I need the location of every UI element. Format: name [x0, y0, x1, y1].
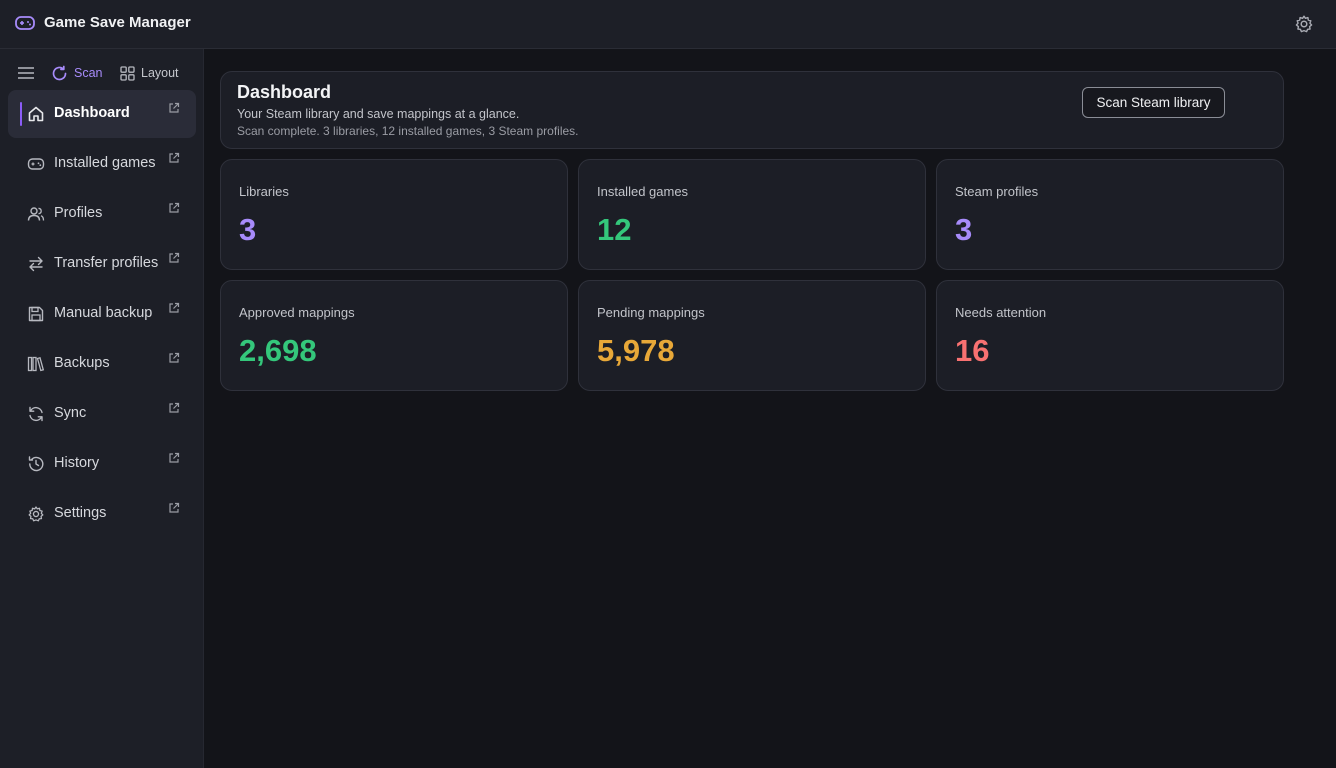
- sidebar-item-label: History: [54, 455, 100, 471]
- app-title: Game Save Manager: [44, 14, 191, 31]
- scan-steam-library-button[interactable]: Scan Steam library: [1082, 87, 1225, 118]
- stat-card-pending-mappings: Pending mappings 5,978: [578, 280, 926, 391]
- active-indicator: [20, 102, 22, 126]
- hamburger-menu-icon[interactable]: [17, 65, 35, 81]
- sidebar: Scan Layout Dashboard Installed games Pr…: [0, 49, 204, 768]
- stat-label: Steam profiles: [955, 184, 1039, 199]
- sidebar-item-dashboard[interactable]: Dashboard: [8, 90, 196, 138]
- settings-gear-icon[interactable]: [1294, 14, 1314, 34]
- sidebar-item-settings[interactable]: Settings: [8, 490, 196, 538]
- dashboard-header-card: Dashboard Your Steam library and save ma…: [220, 71, 1284, 149]
- sidebar-item-label: Installed games: [54, 155, 156, 171]
- scan-button[interactable]: Scan: [51, 63, 103, 83]
- sidebar-item-label: Manual backup: [54, 305, 153, 321]
- stat-card-steam-profiles: Steam profiles 3: [936, 159, 1284, 270]
- layout-label: Layout: [141, 66, 179, 80]
- sidebar-item-installed-games[interactable]: Installed games: [8, 140, 196, 188]
- sidebar-toolbar: Scan Layout: [0, 49, 204, 95]
- stat-value: 16: [955, 333, 990, 368]
- sidebar-item-label: Transfer profiles: [54, 255, 159, 271]
- sidebar-item-sync[interactable]: Sync: [8, 390, 196, 438]
- sidebar-nav: Dashboard Installed games Profiles Trans…: [8, 90, 196, 540]
- sidebar-item-label: Backups: [54, 355, 110, 371]
- history-icon: [28, 456, 44, 472]
- stat-card-libraries: Libraries 3: [220, 159, 568, 270]
- sidebar-item-transfer-profiles[interactable]: Transfer profiles: [8, 240, 196, 288]
- save-icon: [28, 306, 44, 322]
- external-link-icon[interactable]: [168, 452, 180, 464]
- page-subtitle: Your Steam library and save mappings at …: [237, 107, 520, 121]
- stat-value: 12: [597, 212, 632, 247]
- stat-label: Needs attention: [955, 305, 1047, 320]
- external-link-icon[interactable]: [168, 352, 180, 364]
- sidebar-item-history[interactable]: History: [8, 440, 196, 488]
- stat-value: 3: [239, 212, 257, 247]
- external-link-icon[interactable]: [168, 302, 180, 314]
- stat-value: 3: [955, 212, 973, 247]
- grid-icon: [120, 65, 135, 81]
- stat-card-needs-attention: Needs attention 16: [936, 280, 1284, 391]
- sidebar-item-label: Profiles: [54, 205, 103, 221]
- gear-icon: [28, 506, 44, 522]
- stat-label: Libraries: [239, 184, 289, 199]
- transfer-icon: [29, 256, 43, 272]
- scan-label: Scan: [74, 66, 103, 80]
- stat-value: 2,698: [239, 333, 317, 368]
- stat-card-installed-games: Installed games 12: [578, 159, 926, 270]
- sidebar-item-label: Sync: [54, 405, 87, 421]
- stat-label: Pending mappings: [597, 305, 705, 320]
- external-link-icon[interactable]: [168, 502, 180, 514]
- page-title: Dashboard: [237, 82, 332, 102]
- stat-label: Installed games: [597, 184, 689, 199]
- sidebar-item-label: Dashboard: [54, 105, 130, 121]
- sync-icon: [29, 406, 43, 422]
- external-link-icon[interactable]: [168, 152, 180, 164]
- main-content: Dashboard Your Steam library and save ma…: [204, 49, 1336, 768]
- external-link-icon[interactable]: [168, 102, 180, 114]
- gamepad-icon: [27, 158, 45, 170]
- external-link-icon[interactable]: [168, 402, 180, 414]
- refresh-icon: [52, 65, 67, 80]
- external-link-icon[interactable]: [168, 252, 180, 264]
- external-link-icon[interactable]: [168, 202, 180, 214]
- users-icon: [27, 207, 45, 221]
- sidebar-item-label: Settings: [54, 505, 107, 521]
- library-icon: [27, 356, 45, 372]
- scan-status-text: Scan complete. 3 libraries, 12 installed…: [237, 124, 579, 138]
- layout-button[interactable]: Layout: [120, 63, 179, 83]
- gamepad-icon: [15, 16, 35, 30]
- sidebar-item-manual-backup[interactable]: Manual backup: [8, 290, 196, 338]
- title-bar: Game Save Manager: [0, 0, 1336, 49]
- sidebar-item-backups[interactable]: Backups: [8, 340, 196, 388]
- home-icon: [28, 106, 44, 122]
- stat-card-approved-mappings: Approved mappings 2,698: [220, 280, 568, 391]
- stat-value: 5,978: [597, 333, 675, 368]
- sidebar-item-profiles[interactable]: Profiles: [8, 190, 196, 238]
- stat-label: Approved mappings: [239, 305, 355, 320]
